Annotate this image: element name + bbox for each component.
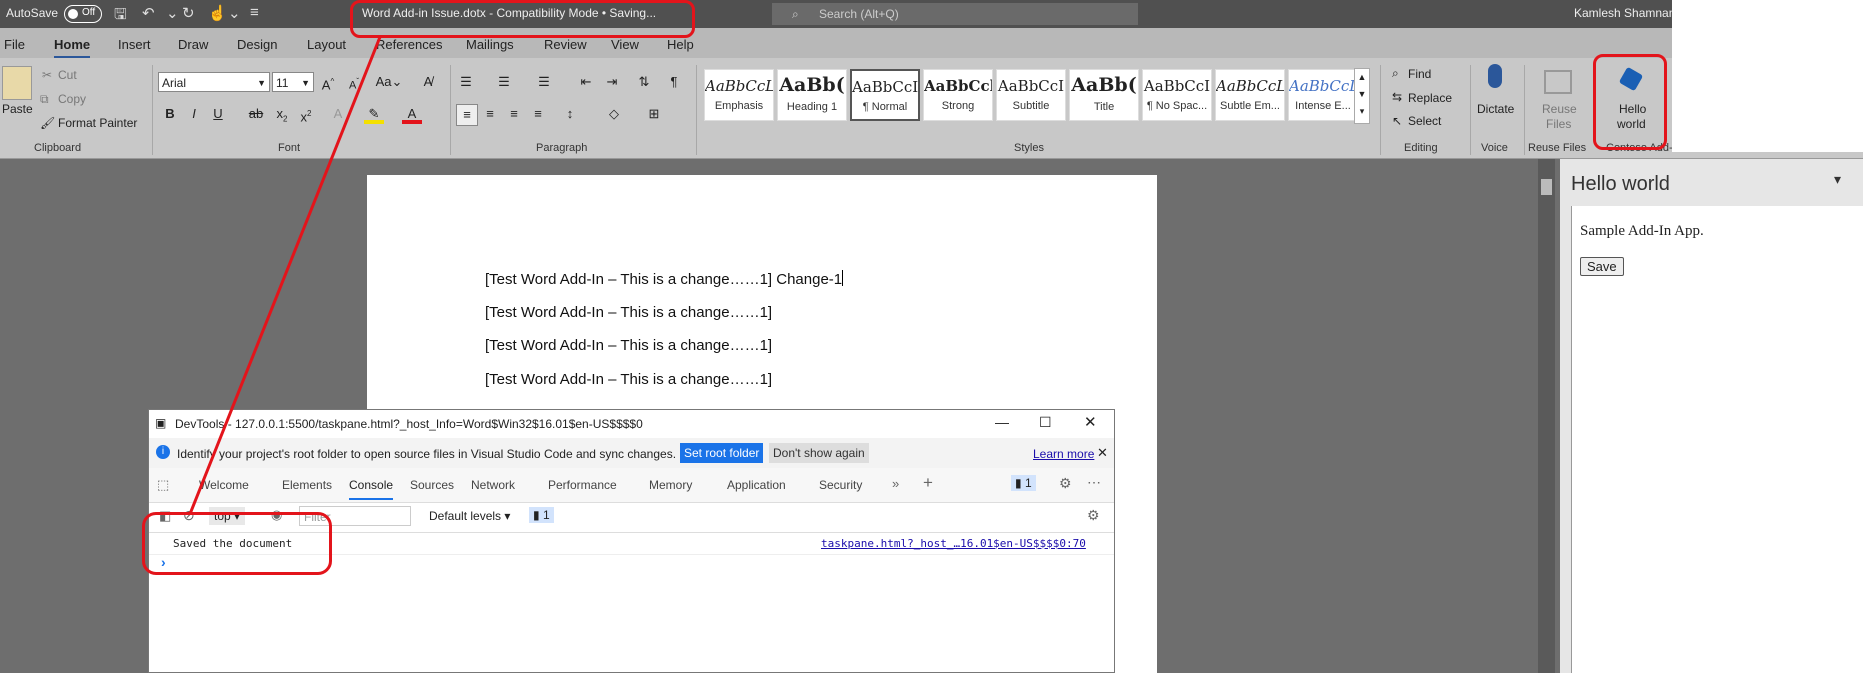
annotation-connector — [188, 36, 382, 515]
